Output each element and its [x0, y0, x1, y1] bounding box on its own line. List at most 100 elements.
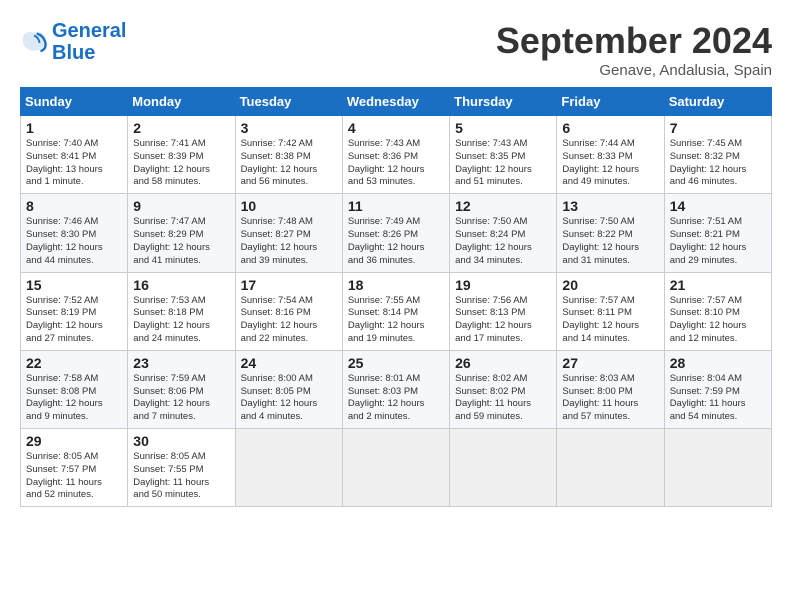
logo: General Blue — [20, 20, 126, 64]
day-number: 24 — [241, 355, 337, 371]
day-info: Sunrise: 7:45 AMSunset: 8:32 PMDaylight:… — [670, 138, 766, 189]
day-number: 19 — [455, 277, 551, 293]
day-number: 7 — [670, 120, 766, 136]
day-info: Sunrise: 7:41 AMSunset: 8:39 PMDaylight:… — [133, 138, 229, 189]
calendar-cell: 28 Sunrise: 8:04 AMSunset: 7:59 PMDayligh… — [664, 350, 771, 428]
calendar-cell: 18 Sunrise: 7:55 AMSunset: 8:14 PMDayligh… — [342, 272, 449, 350]
calendar-cell: 9 Sunrise: 7:47 AMSunset: 8:29 PMDaylight… — [128, 194, 235, 272]
calendar-cell: 24 Sunrise: 8:00 AMSunset: 8:05 PMDayligh… — [235, 350, 342, 428]
calendar-cell: 22 Sunrise: 7:58 AMSunset: 8:08 PMDayligh… — [21, 350, 128, 428]
day-info: Sunrise: 7:40 AMSunset: 8:41 PMDaylight:… — [26, 138, 122, 189]
calendar-cell: 21Sunrise: 7:57 AMSunset: 8:10 PMDayligh… — [664, 272, 771, 350]
calendar-cell — [342, 429, 449, 507]
day-number: 28 — [670, 355, 766, 371]
day-number: 1 — [26, 120, 122, 136]
day-number: 27 — [562, 355, 658, 371]
day-number: 16 — [133, 277, 229, 293]
calendar-cell: 17 Sunrise: 7:54 AMSunset: 8:16 PMDayligh… — [235, 272, 342, 350]
day-info: Sunrise: 7:59 AMSunset: 8:06 PMDaylight:… — [133, 373, 229, 424]
day-info: Sunrise: 8:00 AMSunset: 8:05 PMDaylight:… — [241, 373, 337, 424]
day-info: Sunrise: 7:47 AMSunset: 8:29 PMDaylight:… — [133, 216, 229, 267]
week-row-3: 15 Sunrise: 7:52 AMSunset: 8:19 PMDayligh… — [21, 272, 772, 350]
calendar-cell: 5 Sunrise: 7:43 AMSunset: 8:35 PMDaylight… — [450, 116, 557, 194]
day-info: Sunrise: 7:50 AMSunset: 8:22 PMDaylight:… — [562, 216, 658, 267]
calendar-cell: 19 Sunrise: 7:56 AMSunset: 8:13 PMDayligh… — [450, 272, 557, 350]
col-header-saturday: Saturday — [664, 88, 771, 116]
calendar-cell: 27 Sunrise: 8:03 AMSunset: 8:00 PMDayligh… — [557, 350, 664, 428]
day-number: 21 — [670, 277, 766, 293]
day-info: Sunrise: 7:55 AMSunset: 8:14 PMDaylight:… — [348, 295, 444, 346]
calendar-cell — [664, 429, 771, 507]
day-number: 22 — [26, 355, 122, 371]
day-number: 25 — [348, 355, 444, 371]
day-number: 14 — [670, 198, 766, 214]
day-number: 11 — [348, 198, 444, 214]
day-info: Sunrise: 7:43 AMSunset: 8:35 PMDaylight:… — [455, 138, 551, 189]
calendar-cell: 1 Sunrise: 7:40 AMSunset: 8:41 PMDaylight… — [21, 116, 128, 194]
col-header-friday: Friday — [557, 88, 664, 116]
calendar-cell: 12Sunrise: 7:50 AMSunset: 8:24 PMDayligh… — [450, 194, 557, 272]
calendar-cell: 14 Sunrise: 7:51 AMSunset: 8:21 PMDayligh… — [664, 194, 771, 272]
logo-text: General Blue — [52, 20, 126, 64]
calendar-cell: 16 Sunrise: 7:53 AMSunset: 8:18 PMDayligh… — [128, 272, 235, 350]
day-info: Sunrise: 7:51 AMSunset: 8:21 PMDaylight:… — [670, 216, 766, 267]
calendar-cell: 29 Sunrise: 8:05 AMSunset: 7:57 PMDayligh… — [21, 429, 128, 507]
calendar-cell — [235, 429, 342, 507]
day-number: 4 — [348, 120, 444, 136]
week-row-2: 8 Sunrise: 7:46 AMSunset: 8:30 PMDaylight… — [21, 194, 772, 272]
week-row-4: 22 Sunrise: 7:58 AMSunset: 8:08 PMDayligh… — [21, 350, 772, 428]
header-row: SundayMondayTuesdayWednesdayThursdayFrid… — [21, 88, 772, 116]
week-row-5: 29 Sunrise: 8:05 AMSunset: 7:57 PMDayligh… — [21, 429, 772, 507]
day-info: Sunrise: 7:52 AMSunset: 8:19 PMDaylight:… — [26, 295, 122, 346]
day-info: Sunrise: 8:03 AMSunset: 8:00 PMDaylight:… — [562, 373, 658, 424]
day-info: Sunrise: 8:05 AMSunset: 7:55 PMDaylight:… — [133, 451, 229, 502]
day-number: 30 — [133, 433, 229, 449]
calendar-cell: 10Sunrise: 7:48 AMSunset: 8:27 PMDayligh… — [235, 194, 342, 272]
day-info: Sunrise: 8:05 AMSunset: 7:57 PMDaylight:… — [26, 451, 122, 502]
day-number: 10 — [241, 198, 337, 214]
day-info: Sunrise: 7:54 AMSunset: 8:16 PMDaylight:… — [241, 295, 337, 346]
col-header-sunday: Sunday — [21, 88, 128, 116]
day-info: Sunrise: 7:42 AMSunset: 8:38 PMDaylight:… — [241, 138, 337, 189]
calendar-cell: 23 Sunrise: 7:59 AMSunset: 8:06 PMDayligh… — [128, 350, 235, 428]
location-subtitle: Genave, Andalusia, Spain — [496, 62, 772, 79]
day-info: Sunrise: 8:04 AMSunset: 7:59 PMDaylight:… — [670, 373, 766, 424]
day-number: 15 — [26, 277, 122, 293]
logo-icon — [20, 28, 48, 56]
day-number: 29 — [26, 433, 122, 449]
day-number: 18 — [348, 277, 444, 293]
day-info: Sunrise: 8:01 AMSunset: 8:03 PMDaylight:… — [348, 373, 444, 424]
day-number: 23 — [133, 355, 229, 371]
calendar-cell — [557, 429, 664, 507]
calendar-cell: 7 Sunrise: 7:45 AMSunset: 8:32 PMDaylight… — [664, 116, 771, 194]
day-info: Sunrise: 7:49 AMSunset: 8:26 PMDaylight:… — [348, 216, 444, 267]
day-number: 17 — [241, 277, 337, 293]
day-number: 20 — [562, 277, 658, 293]
day-number: 8 — [26, 198, 122, 214]
day-number: 9 — [133, 198, 229, 214]
calendar-cell: 3Sunrise: 7:42 AMSunset: 8:38 PMDaylight… — [235, 116, 342, 194]
col-header-tuesday: Tuesday — [235, 88, 342, 116]
calendar-cell: 26Sunrise: 8:02 AMSunset: 8:02 PMDayligh… — [450, 350, 557, 428]
day-info: Sunrise: 7:43 AMSunset: 8:36 PMDaylight:… — [348, 138, 444, 189]
calendar-cell: 20Sunrise: 7:57 AMSunset: 8:11 PMDayligh… — [557, 272, 664, 350]
week-row-1: 1 Sunrise: 7:40 AMSunset: 8:41 PMDaylight… — [21, 116, 772, 194]
col-header-monday: Monday — [128, 88, 235, 116]
calendar-cell: 8 Sunrise: 7:46 AMSunset: 8:30 PMDaylight… — [21, 194, 128, 272]
day-info: Sunrise: 7:46 AMSunset: 8:30 PMDaylight:… — [26, 216, 122, 267]
title-block: September 2024 Genave, Andalusia, Spain — [496, 20, 772, 79]
calendar-cell: 13 Sunrise: 7:50 AMSunset: 8:22 PMDayligh… — [557, 194, 664, 272]
day-number: 13 — [562, 198, 658, 214]
calendar-cell: 4 Sunrise: 7:43 AMSunset: 8:36 PMDaylight… — [342, 116, 449, 194]
calendar-cell — [450, 429, 557, 507]
day-info: Sunrise: 7:58 AMSunset: 8:08 PMDaylight:… — [26, 373, 122, 424]
day-number: 26 — [455, 355, 551, 371]
calendar-cell: 6Sunrise: 7:44 AMSunset: 8:33 PMDaylight… — [557, 116, 664, 194]
day-info: Sunrise: 7:53 AMSunset: 8:18 PMDaylight:… — [133, 295, 229, 346]
calendar-cell: 2Sunrise: 7:41 AMSunset: 8:39 PMDaylight… — [128, 116, 235, 194]
day-number: 5 — [455, 120, 551, 136]
day-info: Sunrise: 7:56 AMSunset: 8:13 PMDaylight:… — [455, 295, 551, 346]
month-title: September 2024 — [496, 20, 772, 62]
day-info: Sunrise: 7:44 AMSunset: 8:33 PMDaylight:… — [562, 138, 658, 189]
calendar-cell: 15 Sunrise: 7:52 AMSunset: 8:19 PMDayligh… — [21, 272, 128, 350]
